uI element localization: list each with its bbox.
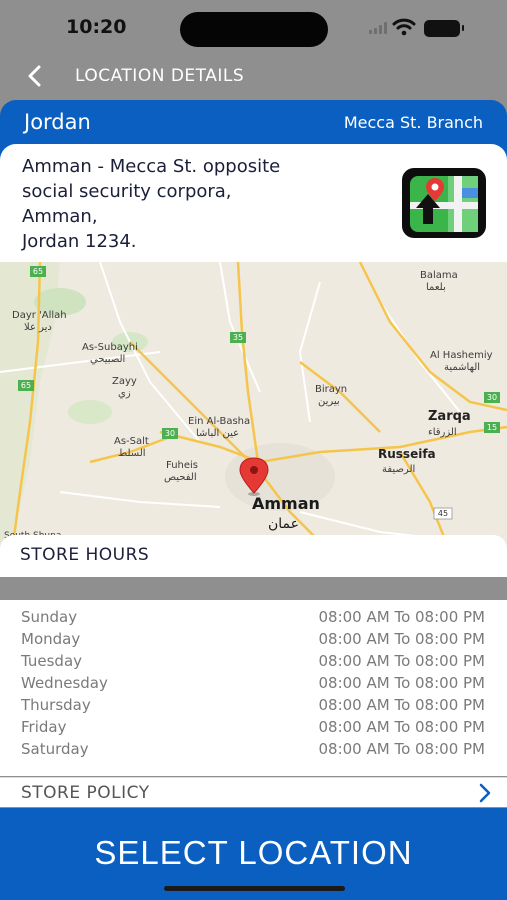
road-shield: 30	[487, 393, 497, 402]
map-label: الصبيحي	[90, 354, 125, 365]
maps-app-icon[interactable]	[402, 168, 486, 238]
day-label: Tuesday	[21, 652, 83, 670]
status-time: 10:20	[66, 16, 127, 38]
map-label: الفحيص	[164, 472, 197, 483]
hours-row: Friday 08:00 AM To 08:00 PM	[0, 718, 507, 740]
map-label: زي	[118, 388, 131, 399]
road-shield: 65	[21, 381, 31, 390]
map-label: دير علا	[24, 322, 52, 333]
location-card: Amman - Mecca St. opposite social securi…	[0, 144, 507, 564]
map-label: الزرقاء	[428, 427, 457, 438]
chevron-right-icon[interactable]	[477, 782, 493, 804]
day-label: Saturday	[21, 740, 89, 758]
store-hours-header: STORE HOURS	[0, 535, 507, 577]
dynamic-island	[180, 12, 328, 47]
day-label: Friday	[21, 718, 67, 736]
address-line: social security corpora,	[22, 181, 232, 202]
hours-range: 08:00 AM To 08:00 PM	[318, 674, 485, 692]
day-label: Thursday	[21, 696, 91, 714]
hours-row: Wednesday 08:00 AM To 08:00 PM	[0, 674, 507, 696]
hours-range: 08:00 AM To 08:00 PM	[318, 652, 485, 670]
day-label: Monday	[21, 630, 81, 648]
branch-label: Mecca St. Branch	[343, 113, 483, 132]
hours-row: Tuesday 08:00 AM To 08:00 PM	[0, 652, 507, 674]
map-label: عين الباشا	[196, 428, 239, 439]
battery-icon	[424, 20, 464, 37]
signal-icon	[369, 22, 387, 34]
store-hours-title: STORE HOURS	[20, 545, 150, 565]
hours-row: Saturday 08:00 AM To 08:00 PM	[0, 740, 507, 762]
map-label: Birayn	[315, 384, 347, 395]
address-line: Amman - Mecca St. opposite	[22, 156, 281, 177]
hours-row: Thursday 08:00 AM To 08:00 PM	[0, 696, 507, 718]
map-label: عمان	[268, 516, 299, 532]
map-label: بيرين	[318, 396, 340, 407]
hours-row: Sunday 08:00 AM To 08:00 PM	[0, 608, 507, 630]
store-policy-label: STORE POLICY	[21, 783, 150, 803]
address-line: Amman,	[22, 206, 98, 227]
road-shield: 65	[33, 267, 43, 276]
map-label: الهاشمية	[444, 362, 480, 373]
store-policy-row[interactable]: STORE POLICY	[0, 777, 507, 807]
map-label: Zarqa	[428, 409, 471, 424]
address-line: Jordan 1234.	[22, 231, 137, 252]
road-shield: 45	[438, 509, 448, 518]
day-label: Sunday	[21, 608, 78, 626]
map-label: Al Hashemiy	[430, 350, 493, 361]
map-label: Zayy	[112, 376, 137, 387]
map-label: Fuheis	[166, 460, 198, 471]
map-label: بلعما	[426, 282, 446, 293]
chevron-left-icon[interactable]	[22, 63, 48, 89]
page-title: LOCATION DETAILS	[75, 66, 245, 86]
select-location-label: SELECT LOCATION	[94, 834, 413, 871]
hours-range: 08:00 AM To 08:00 PM	[318, 608, 485, 626]
address-block: Amman - Mecca St. opposite social securi…	[22, 154, 382, 254]
map-label: السلط	[118, 448, 146, 459]
nav-bar: LOCATION DETAILS	[0, 58, 507, 98]
hours-range: 08:00 AM To 08:00 PM	[318, 696, 485, 714]
store-hours-list: Sunday 08:00 AM To 08:00 PM Monday 08:00…	[0, 600, 507, 776]
map-label: Amman	[252, 494, 320, 513]
map-label: Dayr 'Allah	[12, 310, 67, 321]
map-label: Russeifa	[378, 447, 436, 461]
road-shield: 30	[165, 429, 175, 438]
wifi-icon	[392, 18, 416, 36]
map-label: Ein Al-Basha	[188, 416, 250, 427]
road-shield: 15	[487, 423, 497, 432]
road-shield: 35	[233, 333, 243, 342]
map-label: As-Salt	[114, 436, 149, 447]
country-label: Jordan	[24, 110, 91, 134]
hours-range: 08:00 AM To 08:00 PM	[318, 630, 485, 648]
home-indicator	[164, 886, 345, 891]
map-view[interactable]: 65 35 65 30 30 15 45 Balama بلعما Dayr '…	[0, 262, 507, 552]
map-label: الرصيفة	[382, 464, 415, 475]
map-label: As-Subayhi	[82, 342, 138, 353]
hours-range: 08:00 AM To 08:00 PM	[318, 740, 485, 758]
map-label: Balama	[420, 270, 458, 281]
status-bar: 10:20	[0, 0, 507, 58]
hours-range: 08:00 AM To 08:00 PM	[318, 718, 485, 736]
hours-row: Monday 08:00 AM To 08:00 PM	[0, 630, 507, 652]
day-label: Wednesday	[21, 674, 108, 692]
